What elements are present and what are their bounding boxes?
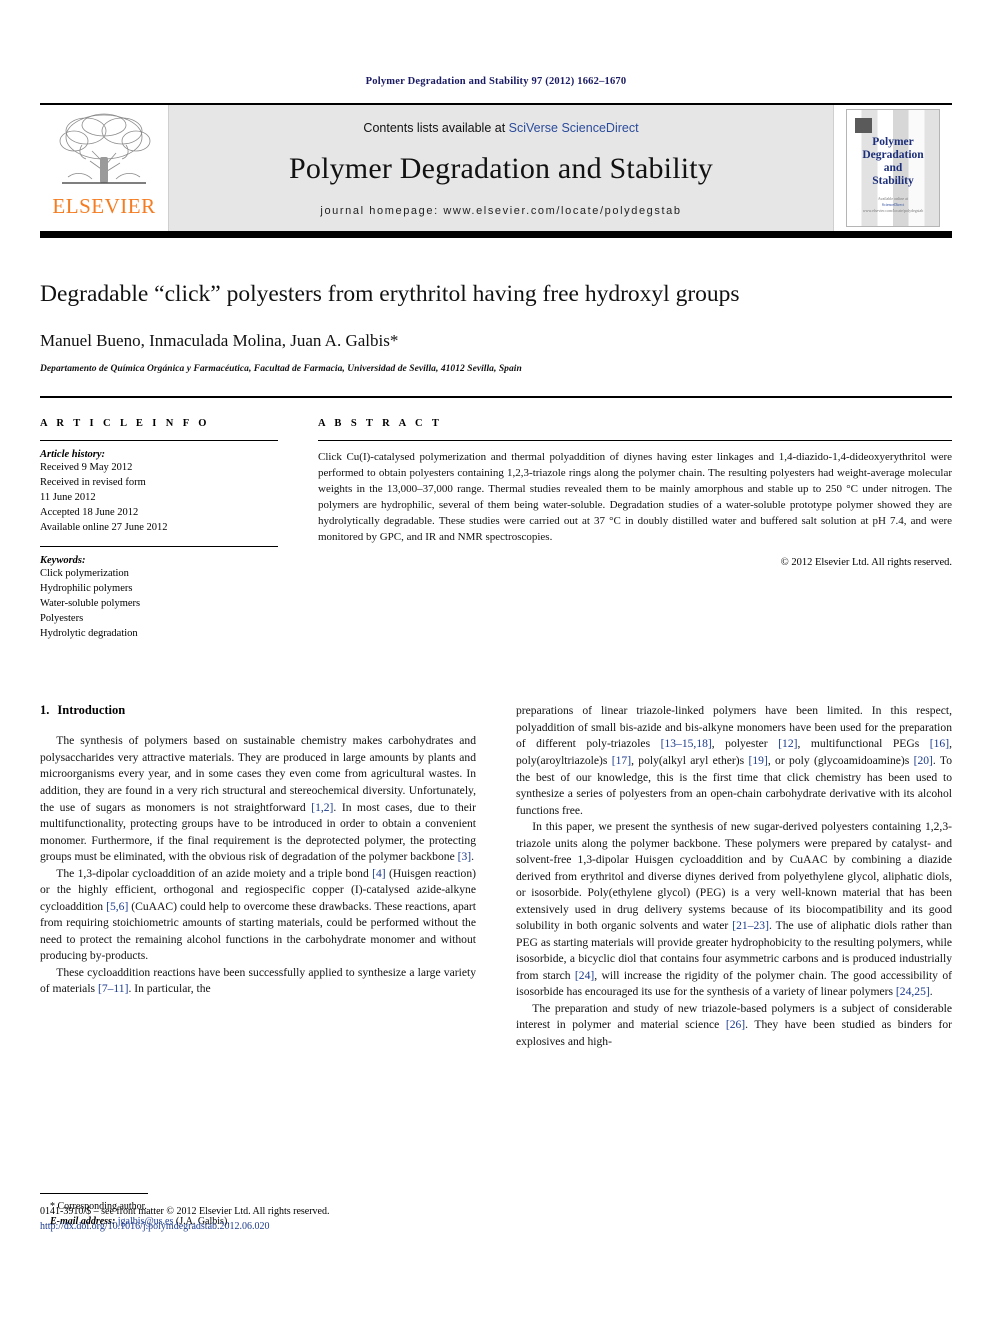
affiliation: Departamento de Química Orgánica y Farma…: [40, 364, 522, 375]
title-block: Degradable “click” polyesters from eryth…: [40, 238, 952, 374]
intro-paragraph: In this paper, we present the synthesis …: [516, 820, 952, 999]
article-title: Degradable “click” polyesters from eryth…: [40, 281, 740, 307]
journal-title: Polymer Degradation and Stability: [288, 152, 714, 185]
doi-link[interactable]: http://dx.doi.org/10.1016/j.polymdegrads…: [40, 1220, 510, 1235]
elsevier-wordmark: ELSEVIER: [52, 194, 156, 218]
intro-paragraph: These cycloaddition reactions have been …: [40, 965, 476, 996]
keyword-item: Water-soluble polymers: [40, 597, 141, 609]
history-item: Accepted 18 June 2012: [40, 507, 139, 519]
contents-prefix: Contents lists available at: [363, 121, 509, 135]
cover-title-line-3: and: [883, 161, 903, 174]
cover-elsevier-icon: [855, 118, 872, 133]
cover-title: Polymer Degradation and Stability: [847, 136, 939, 188]
elsevier-tree-icon: [59, 113, 151, 184]
abstract-copyright: © 2012 Elsevier Ltd. All rights reserved…: [780, 557, 952, 569]
running-head: Polymer Degradation and Stability 97 (20…: [365, 76, 627, 87]
body-column-left: 1. Introduction The synthesis of polymers…: [40, 703, 477, 1227]
article-info-label: A R T I C L E I N F O: [40, 418, 210, 430]
journal-article-page: Polymer Degradation and Stability 97 (20…: [0, 0, 992, 1323]
intro-paragraph: The 1,3-dipolar cycloaddition of an azid…: [40, 866, 477, 963]
journal-masthead: ELSEVIER Contents lists available at Sci…: [40, 105, 952, 231]
info-abstract-section: A R T I C L E I N F O Article history: R…: [40, 398, 952, 651]
cover-footer: Available online at ScienceDirect www.el…: [847, 196, 939, 214]
cover-title-line-4: Stability: [872, 174, 914, 187]
body-column-right: preparations of linear triazole-linked p…: [516, 703, 952, 1050]
abstract-column: A B S T R A C T Click Cu(I)-catalysed po…: [318, 418, 952, 651]
sciencedirect-link[interactable]: SciVerse ScienceDirect: [509, 121, 639, 135]
keyword-item: Hydrolytic degradation: [40, 627, 138, 639]
keyword-item: Hydrophilic polymers: [40, 582, 133, 594]
author-list: Manuel Bueno, Inmaculada Molina, Juan A.…: [40, 331, 399, 351]
history-item: 11 June 2012: [40, 492, 96, 504]
history-item: Received in revised form: [40, 477, 146, 489]
history-item: Received 9 May 2012: [40, 462, 133, 474]
section-title: Introduction: [57, 703, 126, 718]
keywords-heading: Keywords:: [40, 554, 86, 566]
contents-available-line: Contents lists available at SciVerse Sci…: [363, 121, 638, 135]
keywords-group: Keywords: Click polymerization Hydrophil…: [40, 547, 278, 652]
journal-cover-block: Polymer Degradation and Stability Availa…: [834, 105, 952, 231]
cover-title-line-1: Polymer: [872, 136, 914, 148]
keyword-item: Click polymerization: [40, 567, 129, 579]
journal-homepage-link[interactable]: journal homepage: www.elsevier.com/locat…: [320, 205, 681, 217]
elsevier-logo-block: ELSEVIER: [40, 105, 168, 231]
journal-cover-thumbnail[interactable]: Polymer Degradation and Stability Availa…: [846, 109, 940, 227]
article-history-heading: Article history:: [40, 449, 106, 461]
intro-paragraph: preparations of linear triazole-linked p…: [516, 704, 953, 817]
section-heading-introduction: 1. Introduction: [40, 703, 476, 718]
cover-title-line-2: Degradation: [862, 148, 924, 161]
intro-paragraph: The preparation and study of new triazol…: [516, 1001, 952, 1048]
cover-footer-line-3: www.elsevier.com/locate/polydegstab: [862, 208, 924, 213]
body-columns: 1. Introduction The synthesis of polymers…: [40, 651, 952, 1227]
abstract-label: A B S T R A C T: [318, 418, 443, 430]
abstract-text: Click Cu(I)-catalysed polymerization and…: [318, 451, 952, 543]
keyword-item: Polyesters: [40, 612, 84, 624]
section-number: 1.: [40, 703, 50, 718]
footnote-rule: [40, 1193, 148, 1195]
page-footer: 0141-3910/$ – see front matter © 2012 El…: [40, 1205, 510, 1234]
article-info-column: A R T I C L E I N F O Article history: R…: [40, 418, 278, 651]
masthead-bottom-rule: [40, 231, 952, 238]
history-item: Available online 27 June 2012: [40, 522, 168, 533]
front-matter-line: 0141-3910/$ – see front matter © 2012 El…: [40, 1206, 330, 1217]
article-history-group: Article history: Received 9 May 2012 Rec…: [40, 441, 278, 546]
intro-paragraph: The synthesis of polymers based on susta…: [40, 734, 477, 864]
journal-band: Contents lists available at SciVerse Sci…: [168, 105, 834, 231]
